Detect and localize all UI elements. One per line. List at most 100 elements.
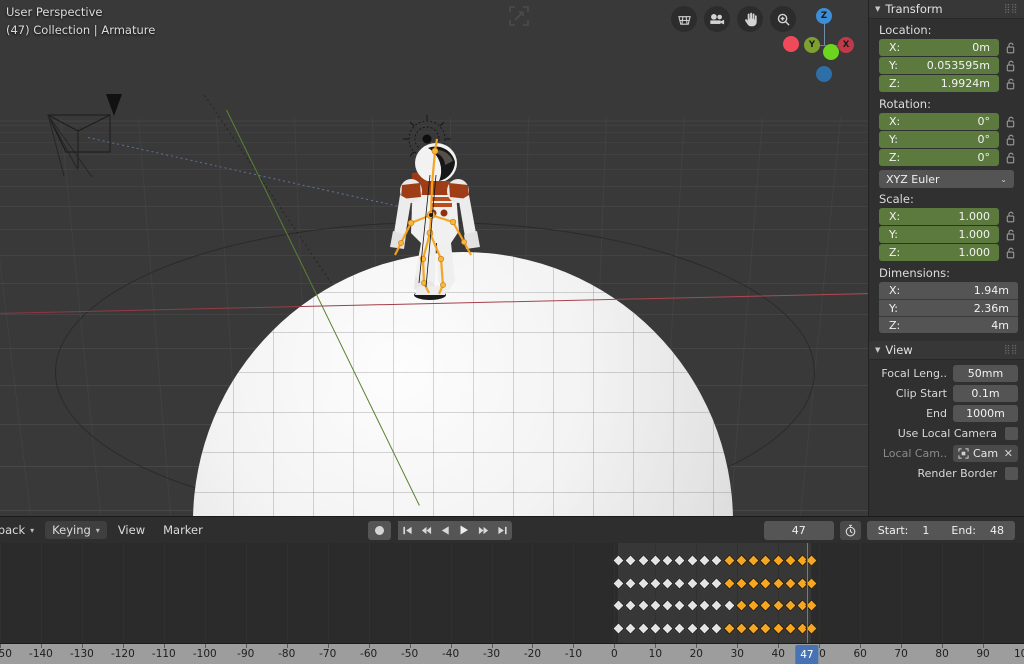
- gizmo-axis-neg-x[interactable]: [783, 36, 799, 52]
- camera-object[interactable]: [44, 82, 169, 177]
- rotation-y-field[interactable]: Y:0°: [879, 131, 999, 148]
- rotation-z-field[interactable]: Z:0°: [879, 149, 999, 166]
- ruler-tick-label: -10: [565, 648, 582, 660]
- playback-controls[interactable]: [368, 521, 512, 540]
- frame-range-fields[interactable]: Start: 1 End: 48: [867, 521, 1015, 540]
- lock-icon[interactable]: [1003, 116, 1018, 128]
- view-row[interactable]: End1000m: [869, 404, 1024, 423]
- location-fields[interactable]: X:0mY:0.053595mZ:1.9924m: [869, 39, 1024, 92]
- view-fields[interactable]: Focal Leng..50mm Clip Start 0.1m End1000m: [869, 364, 1024, 423]
- jump-to-start-button[interactable]: [398, 521, 417, 540]
- rotation-x-field[interactable]: X:0°: [879, 113, 999, 130]
- ruler-tick-mark: [287, 644, 288, 648]
- ruler-tick-label: 30: [731, 648, 744, 660]
- location-x-field[interactable]: X:0m: [879, 39, 999, 56]
- view-row-value[interactable]: 50mm: [953, 365, 1018, 382]
- keyframe-area[interactable]: [0, 543, 1024, 643]
- lock-icon[interactable]: [1003, 229, 1018, 241]
- gizmo-axis-neg-y[interactable]: [823, 44, 839, 60]
- lock-icon[interactable]: [1003, 152, 1018, 164]
- timeline-gridline: [410, 543, 411, 643]
- end-value[interactable]: 48: [990, 524, 1004, 537]
- hand-pan-icon[interactable]: [737, 6, 763, 32]
- scale-x-field[interactable]: X:1.000: [879, 208, 999, 225]
- dimension-z-field[interactable]: Z:4m: [879, 316, 1018, 333]
- dimension-y-field[interactable]: Y:2.36m: [879, 299, 1018, 316]
- scale-fields[interactable]: X:1.000Y:1.000Z:1.000: [869, 208, 1024, 261]
- scale-y-field[interactable]: Y:1.000: [879, 226, 999, 243]
- timeline-menu-marker[interactable]: Marker: [156, 521, 210, 539]
- timeline-ruler[interactable]: -150-140-130-120-110-100-90-80-70-60-50-…: [0, 643, 1024, 664]
- lock-icon[interactable]: [1003, 60, 1018, 72]
- location-y-field[interactable]: Y:0.053595m: [879, 57, 999, 74]
- gizmo-axis-y[interactable]: Y: [804, 37, 820, 53]
- render-region-icon[interactable]: [508, 5, 530, 27]
- stopwatch-icon[interactable]: [840, 521, 861, 540]
- timeline-gridline: [532, 543, 533, 643]
- axis-gizmo[interactable]: Z Y X: [782, 4, 854, 82]
- gizmo-axis-neg-z[interactable]: [816, 66, 832, 82]
- jump-to-end-button[interactable]: [493, 521, 512, 540]
- playhead-frame-label[interactable]: 47: [795, 645, 818, 664]
- timeline-gridline: [983, 543, 984, 643]
- lock-icon[interactable]: [1003, 211, 1018, 223]
- view-row-value[interactable]: 0.1m: [953, 385, 1018, 402]
- grid-perspective-icon[interactable]: [671, 6, 697, 32]
- ruler-tick-mark: [778, 644, 779, 648]
- viewport-object-label: (47) Collection | Armature: [6, 23, 155, 37]
- camera-icon[interactable]: [704, 6, 730, 32]
- lock-icon[interactable]: [1003, 78, 1018, 90]
- location-z-field[interactable]: Z:1.9924m: [879, 75, 999, 92]
- lock-icon[interactable]: [1003, 247, 1018, 259]
- local-camera-row[interactable]: Local Cam.. Cam ✕: [869, 444, 1024, 463]
- transform-panel-header[interactable]: ▼ Transform ⣿⣿: [869, 0, 1024, 19]
- planet-latitude-line: [193, 412, 733, 413]
- view-row[interactable]: Focal Leng..50mm: [869, 364, 1024, 383]
- playhead-line[interactable]: [807, 543, 808, 643]
- render-border-row[interactable]: Render Border: [869, 464, 1024, 483]
- view-row-value[interactable]: 1000m: [953, 405, 1018, 422]
- timeline-menus[interactable]: yback▾Keying▾ViewMarker: [0, 521, 210, 539]
- 3d-viewport[interactable]: User Perspective (47) Collection | Armat…: [0, 0, 868, 516]
- record-button[interactable]: [368, 521, 391, 540]
- timeline-gridline: [942, 543, 943, 643]
- use-local-camera-checkbox[interactable]: [1005, 427, 1018, 440]
- view-panel-header[interactable]: ▼ View ⣿⣿: [869, 341, 1024, 360]
- scale-z-field[interactable]: Z:1.000: [879, 244, 999, 261]
- view-row[interactable]: Clip Start 0.1m: [869, 384, 1024, 403]
- start-label: Start:: [878, 524, 909, 537]
- current-frame-field[interactable]: 47: [764, 521, 834, 540]
- properties-sidebar[interactable]: ▼ Transform ⣿⣿ Location: X:0mY:0.053595m…: [868, 0, 1024, 516]
- lock-icon[interactable]: [1003, 134, 1018, 146]
- previous-keyframe-button[interactable]: [417, 521, 436, 540]
- blender-window: User Perspective (47) Collection | Armat…: [0, 0, 1024, 664]
- timeline-header[interactable]: yback▾Keying▾ViewMarker 47: [0, 517, 1024, 543]
- play-button[interactable]: [455, 521, 474, 540]
- local-camera-field[interactable]: Cam ✕: [953, 445, 1018, 462]
- play-reverse-button[interactable]: [436, 521, 455, 540]
- timeline-menu-keying[interactable]: Keying▾: [45, 521, 107, 539]
- start-value[interactable]: 1: [922, 524, 929, 537]
- ruler-tick-label: 90: [976, 648, 989, 660]
- frame-controls[interactable]: 47 Start: 1 End: 48: [764, 521, 1024, 540]
- dimensions-fields[interactable]: X:1.94mY:2.36mZ:4m: [879, 282, 1018, 333]
- astronaut-character[interactable]: [381, 115, 489, 300]
- ruler-tick-label: 60: [853, 648, 866, 660]
- gizmo-axis-x[interactable]: X: [838, 37, 854, 53]
- render-border-checkbox[interactable]: [1005, 467, 1018, 480]
- timeline-menu-view[interactable]: View: [111, 521, 152, 539]
- rotation-fields[interactable]: X:0°Y:0°Z:0°: [869, 113, 1024, 166]
- lock-icon[interactable]: [1003, 42, 1018, 54]
- gizmo-axis-z[interactable]: Z: [816, 8, 832, 24]
- timeline-editor[interactable]: yback▾Keying▾ViewMarker 47: [0, 516, 1024, 664]
- next-keyframe-button[interactable]: [474, 521, 493, 540]
- view-row-label: Clip Start: [875, 387, 947, 400]
- ruler-tick-mark: [410, 644, 411, 648]
- rotation-mode-dropdown[interactable]: XYZ Euler ⌄: [879, 170, 1014, 188]
- use-local-camera-row[interactable]: Use Local Camera: [869, 424, 1024, 443]
- timeline-menu-yback[interactable]: yback▾: [0, 521, 41, 539]
- dimension-x-field[interactable]: X:1.94m: [879, 282, 1018, 299]
- clear-local-camera-button[interactable]: ✕: [1004, 447, 1013, 460]
- planet-longitude-line: [593, 252, 594, 516]
- ruler-tick-mark: [942, 644, 943, 648]
